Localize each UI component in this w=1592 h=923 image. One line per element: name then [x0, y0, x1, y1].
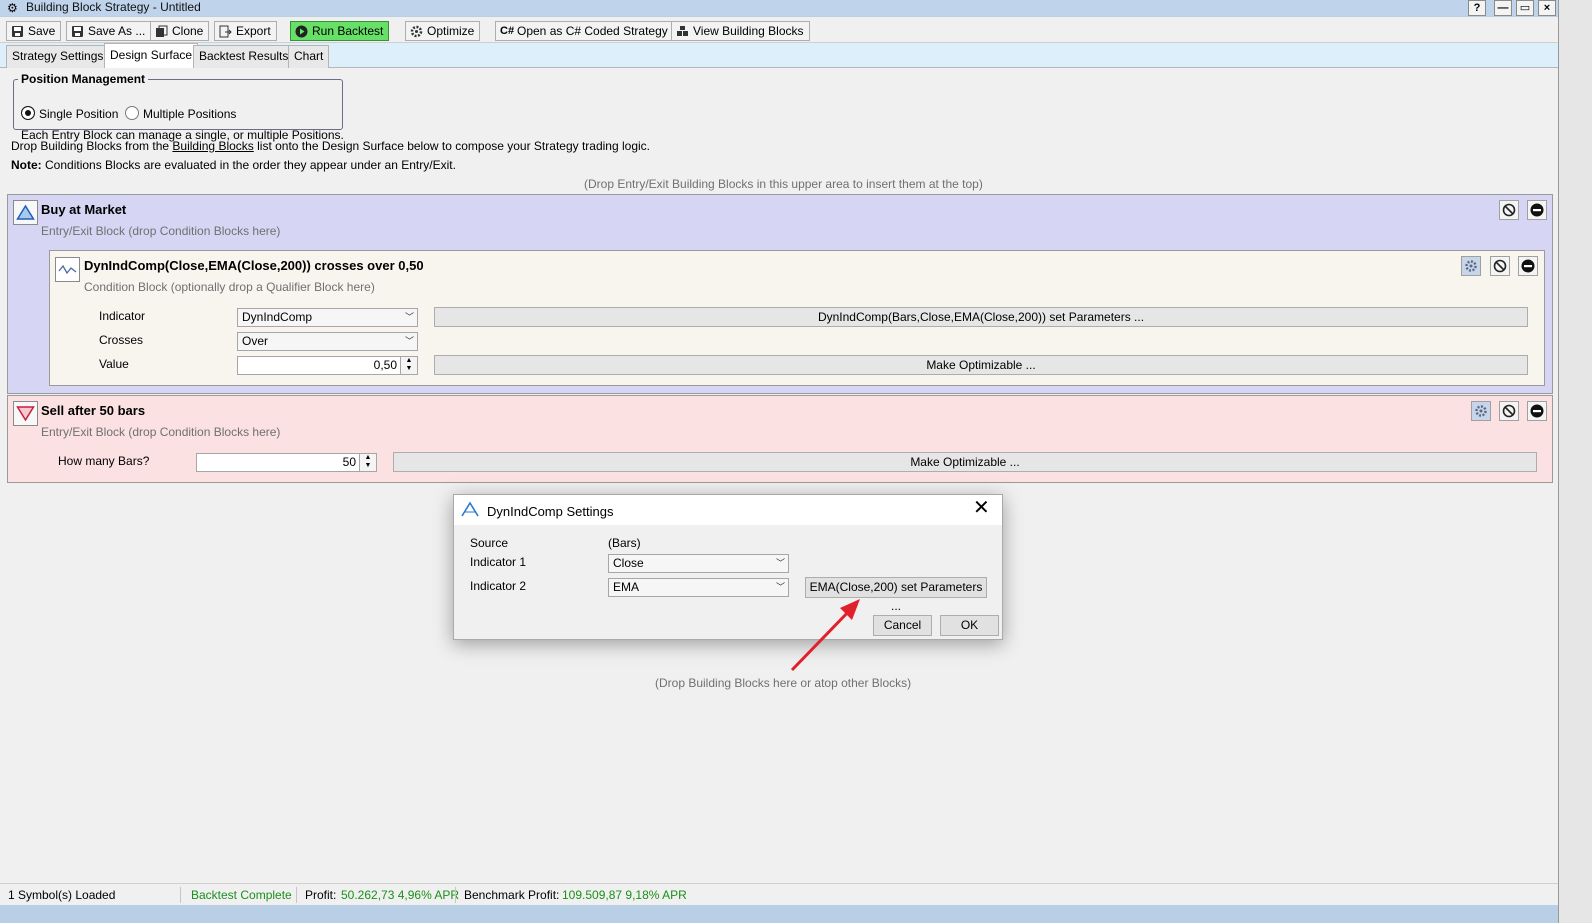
condition-subtitle: Condition Block (optionally drop a Quali… [84, 280, 375, 294]
tab-chart[interactable]: Chart [288, 45, 330, 68]
annotation-arrow [790, 599, 860, 672]
how-many-bars-label: How many Bars? [58, 454, 150, 468]
cancel-button[interactable]: Cancel [873, 615, 932, 636]
bars-stepper[interactable]: 50 ▲ ▼ [196, 453, 377, 472]
disable-icon[interactable] [1499, 200, 1519, 220]
toolbar: Save Save As ... Clone Export Run Backte… [0, 17, 1558, 43]
crosses-label: Crosses [99, 333, 144, 347]
status-bar: 1 Symbol(s) Loaded Backtest Complete Pro… [0, 883, 1558, 905]
sell-triangle-icon [13, 401, 38, 426]
indicator-combo[interactable]: DynIndComp ﹀ [237, 308, 418, 327]
app-icon: ⚙ [7, 1, 18, 15]
indicator2-combo[interactable]: EMA ﹀ [608, 578, 789, 597]
position-management-group: Position Management Single Position Mult… [13, 72, 344, 142]
stepper-arrows-icon[interactable]: ▲ ▼ [400, 357, 417, 374]
crosses-combo[interactable]: Over ﹀ [237, 332, 418, 351]
condition-title: DynIndComp(Close,EMA(Close,200)) crosses… [84, 258, 424, 273]
design-surface: Position Management Single Position Mult… [0, 68, 1558, 883]
indicator1-combo[interactable]: Close ﹀ [608, 554, 789, 573]
tab-backtest-results[interactable]: Backtest Results [193, 45, 295, 68]
value-stepper[interactable]: 0,50 ▲ ▼ [237, 356, 418, 375]
multiple-positions-label: Multiple Positions [143, 107, 237, 121]
dialog-title: DynIndComp Settings [487, 504, 614, 519]
export-button[interactable]: Export [214, 21, 277, 41]
chevron-down-icon: ﹀ [404, 312, 414, 322]
remove-icon[interactable] [1527, 401, 1547, 421]
position-management-legend: Position Management [21, 72, 146, 86]
sell-block-title: Sell after 50 bars [41, 403, 146, 418]
maximize-button[interactable]: ▭ [1516, 0, 1534, 16]
save-as-button[interactable]: Save As ... [66, 21, 152, 41]
close-window-button[interactable]: × [1538, 0, 1556, 16]
symbols-loaded-status: 1 Symbol(s) Loaded [8, 888, 116, 902]
dialog-app-icon [460, 500, 480, 521]
benchmark-profit-label: Benchmark Profit: [464, 888, 560, 902]
condition-wave-icon [55, 257, 80, 282]
building-blocks-link[interactable]: Building Blocks [172, 139, 253, 153]
save-icon [71, 25, 84, 38]
chevron-down-icon: ﹀ [775, 558, 785, 568]
sell-make-optimizable-button[interactable]: Make Optimizable ... [393, 452, 1537, 472]
source-label: Source [470, 536, 509, 550]
window-title: Building Block Strategy - Untitled [26, 0, 201, 14]
save-icon [11, 25, 24, 38]
dialog-close-icon[interactable]: ✕ [973, 498, 990, 518]
backtest-status: Backtest Complete [191, 888, 292, 902]
view-building-blocks-button[interactable]: View Building Blocks [671, 21, 810, 41]
ok-button[interactable]: OK [940, 615, 999, 636]
make-optimizable-button[interactable]: Make Optimizable ... [434, 355, 1528, 375]
note-text: Note: Conditions Blocks are evaluated in… [11, 158, 456, 172]
gear-icon [410, 25, 423, 38]
single-position-radio[interactable] [21, 106, 35, 120]
indicator2-label: Indicator 2 [470, 579, 527, 593]
tab-strategy-settings[interactable]: Strategy Settings [6, 45, 110, 68]
settings-gear-icon[interactable] [1461, 256, 1481, 276]
sell-exit-block[interactable]: Sell after 50 bars Entry/Exit Block (dro… [7, 395, 1553, 483]
value-label: Value [99, 357, 129, 371]
indicator-set-parameters-button[interactable]: DynIndComp(Bars,Close,EMA(Close,200)) se… [434, 307, 1528, 327]
minimize-button[interactable]: — [1494, 0, 1512, 16]
export-icon [219, 25, 232, 38]
condition-block[interactable]: DynIndComp(Close,EMA(Close,200)) crosses… [49, 250, 1545, 386]
source-value: (Bars) [608, 536, 641, 550]
play-icon [295, 25, 308, 38]
tab-strip: Strategy Settings Design Surface Backtes… [0, 43, 1558, 68]
buy-entry-block[interactable]: Buy at Market Entry/Exit Block (drop Con… [7, 194, 1553, 394]
csharp-icon: C# [500, 24, 515, 37]
disable-icon[interactable] [1499, 401, 1519, 421]
settings-gear-icon[interactable] [1471, 401, 1491, 421]
single-position-label: Single Position [39, 107, 119, 121]
multiple-positions-radio[interactable] [125, 106, 139, 120]
side-strip [1558, 0, 1592, 923]
disable-icon[interactable] [1490, 256, 1510, 276]
indicator-label: Indicator [99, 309, 146, 323]
profit-label: Profit: [305, 888, 337, 902]
open-csharp-button[interactable]: C# Open as C# Coded Strategy [495, 21, 674, 41]
instructions-text: Drop Building Blocks from the Building B… [11, 139, 650, 153]
tab-design-surface[interactable]: Design Surface [104, 43, 199, 68]
chevron-down-icon: ﹀ [404, 336, 414, 346]
clone-icon [155, 25, 168, 38]
save-button[interactable]: Save [6, 21, 62, 41]
buy-block-title: Buy at Market [41, 202, 127, 217]
profit-value: 50.262,73 4,96% APR [341, 888, 460, 902]
buy-triangle-icon [13, 200, 38, 225]
dynindcomp-settings-dialog: DynIndComp Settings ✕ Source (Bars) Indi… [453, 494, 1003, 640]
benchmark-profit-value: 109.509,87 9,18% APR [562, 888, 687, 902]
remove-icon[interactable] [1518, 256, 1538, 276]
run-backtest-button[interactable]: Run Backtest [290, 21, 390, 41]
blocks-icon [676, 25, 689, 38]
buy-block-subtitle: Entry/Exit Block (drop Condition Blocks … [41, 224, 281, 238]
help-button[interactable]: ? [1468, 0, 1486, 16]
title-bar: ⚙ Building Block Strategy - Untitled ? —… [0, 0, 1558, 16]
dialog-header: DynIndComp Settings ✕ [454, 495, 1002, 525]
indicator1-label: Indicator 1 [470, 555, 527, 569]
optimize-button[interactable]: Optimize [405, 21, 481, 41]
sell-block-subtitle: Entry/Exit Block (drop Condition Blocks … [41, 425, 281, 439]
stepper-arrows-icon[interactable]: ▲ ▼ [359, 454, 376, 471]
remove-icon[interactable] [1527, 200, 1547, 220]
drop-top-hint: (Drop Entry/Exit Building Blocks in this… [584, 177, 983, 191]
clone-button[interactable]: Clone [150, 21, 210, 41]
drop-bottom-hint: (Drop Building Blocks here or atop other… [655, 676, 912, 690]
